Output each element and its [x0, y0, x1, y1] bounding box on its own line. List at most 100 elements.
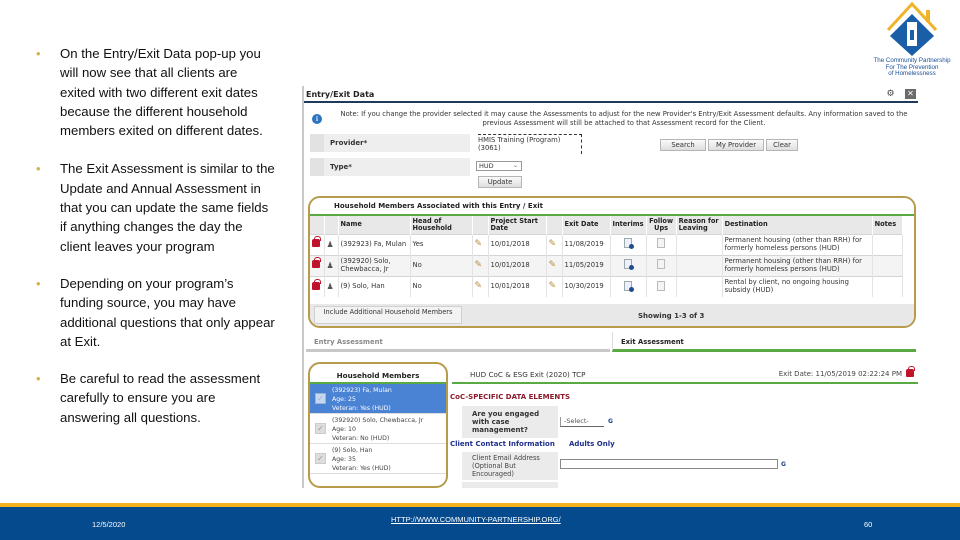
checkbox[interactable]: ✓ [315, 453, 326, 464]
pencil-icon[interactable]: ✎ [475, 240, 483, 249]
update-button[interactable]: Update [478, 176, 522, 188]
lock-icon[interactable] [312, 236, 321, 248]
table-row: ♟ (9) Solo, Han No ✎ 10/01/2018 ✎ 10/30/… [310, 275, 903, 297]
bullet-list: • On the Entry/Exit Data pop-up you will … [36, 44, 276, 445]
interims-cell [610, 254, 647, 276]
client-icon[interactable]: ♟ [327, 261, 334, 270]
contact-section-title: Client Contact Information [450, 440, 555, 448]
g-indicator: G [781, 461, 786, 468]
start-date-cell: 10/01/2018 [488, 275, 547, 297]
clear-button[interactable]: Clear [766, 139, 798, 151]
destination-cell: Rental by client, no ongoing housing sub… [722, 275, 873, 297]
logo-door [910, 30, 914, 40]
tab-entry-assessment[interactable]: Entry Assessment [306, 332, 610, 352]
bullet-item: • Be careful to read the assessment caref… [36, 369, 276, 427]
case-management-select[interactable]: -Select- [560, 417, 604, 427]
tools-icon[interactable]: ⚙ [885, 89, 896, 99]
footer-website-link[interactable]: HTTP://WWW.COMMUNITY-PARTNERSHIP.ORG/ [391, 515, 561, 524]
lock-icon[interactable] [312, 278, 321, 290]
bullet-item: • Depending on your program’s funding sou… [36, 274, 276, 351]
bullet-dot-icon: • [36, 161, 41, 177]
pagination-status: Showing 1-3 of 3 [638, 312, 705, 320]
interims-icon[interactable] [624, 280, 635, 292]
table-footer: Include Additional Household Members Sho… [310, 304, 914, 326]
lock-icon[interactable] [312, 257, 321, 269]
popup-toolbar: ⚙ ✕ [885, 89, 916, 99]
column-header-followups: Follow Ups [646, 216, 677, 234]
pencil-icon[interactable]: ✎ [475, 261, 483, 270]
my-provider-button[interactable]: My Provider [708, 139, 764, 151]
followups-cell [646, 275, 677, 297]
client-icon[interactable]: ♟ [327, 282, 334, 291]
note-text: Note: If you change the provider selecte… [340, 110, 908, 127]
followups-icon[interactable] [657, 259, 666, 270]
email-label: Client Email Address (Optional But Encou… [462, 452, 558, 480]
type-select[interactable]: HUD ⌄ [476, 161, 522, 171]
interims-badge [629, 244, 635, 250]
name-cell: (392923) Fa, Mulan [338, 233, 411, 255]
slide-footer: 12/5/2020 HTTP://WWW.COMMUNITY-PARTNERSH… [0, 507, 960, 540]
pencil-icon[interactable]: ✎ [549, 240, 557, 249]
notes-cell [872, 254, 903, 276]
table-row: ♟ (392923) Fa, Mulan Yes ✎ 10/01/2018 ✎ … [310, 233, 903, 255]
client-icon[interactable]: ♟ [327, 240, 334, 249]
bullet-dot-icon: • [36, 371, 41, 387]
email-input[interactable] [560, 459, 778, 469]
member-list-item[interactable]: ✓ (392920) Solo, Chewbacca, Jr Age: 10 V… [310, 414, 446, 444]
client-cell: ♟ [324, 233, 339, 255]
adults-only-label: Adults Only [569, 440, 615, 448]
edit-cell: ✎ [472, 233, 489, 255]
pencil-icon[interactable]: ✎ [475, 282, 483, 291]
household-table: Name Head of Household Project Start Dat… [310, 216, 903, 297]
type-label: Type* [310, 158, 470, 176]
search-button[interactable]: Search [660, 139, 706, 151]
type-select-value: HUD [479, 162, 494, 170]
household-members-section: Household Members Associated with this E… [308, 196, 916, 328]
assessment-header: HUD CoC & ESG Exit (2020) TCP Exit Date:… [452, 362, 918, 384]
client-cell: ♟ [324, 254, 339, 276]
entry-exit-popup: Entry/Exit Data ⚙ ✕ i Note: If you chang… [302, 86, 920, 488]
member-age: Age: 10 [332, 426, 356, 433]
pencil-icon[interactable]: ✎ [549, 282, 557, 291]
member-list-item[interactable]: ✓ (9) Solo, Han Age: 35 Veteran: Yes (HU… [310, 444, 446, 474]
reason-cell [676, 254, 723, 276]
popup-title: Entry/Exit Data [306, 90, 375, 99]
interims-icon[interactable] [624, 259, 635, 271]
checkbox[interactable]: ✓ [315, 393, 326, 404]
client-column-header [324, 216, 339, 234]
followups-icon[interactable] [657, 238, 666, 249]
chevron-down-icon: ⌄ [512, 162, 518, 169]
followups-icon[interactable] [657, 280, 666, 291]
edit-column-header [472, 216, 489, 234]
member-name: (392920) Solo, Chewbacca, Jr [332, 417, 424, 424]
g-indicator: G [608, 418, 613, 425]
checkbox[interactable]: ✓ [315, 423, 326, 434]
members-panel-title: Household Members [310, 364, 446, 384]
include-household-members-button[interactable]: Include Additional Household Members [314, 306, 462, 324]
edit-cell: ✎ [546, 233, 563, 255]
member-list-item[interactable]: ✓ (392923) Fa, Mulan Age: 25 Veteran: Ye… [310, 384, 446, 414]
reason-cell [676, 275, 723, 297]
notes-cell [872, 275, 903, 297]
tab-exit-assessment[interactable]: Exit Assessment [612, 332, 916, 352]
provider-label: Provider* [310, 134, 470, 152]
table-header-row: Name Head of Household Project Start Dat… [310, 216, 903, 234]
provider-value[interactable]: HMIS Training (Program) (3061) [478, 134, 582, 154]
name-cell: (9) Solo, Han [338, 275, 411, 297]
edit-cell: ✎ [546, 254, 563, 276]
bullet-dot-icon: • [36, 46, 41, 61]
next-question-label [462, 482, 558, 488]
close-icon[interactable]: ✕ [905, 89, 916, 99]
followups-cell [646, 233, 677, 255]
start-date-cell: 10/01/2018 [488, 233, 547, 255]
column-header-head: Head of Household [410, 216, 473, 234]
bullet-item: • The Exit Assessment is similar to the U… [36, 159, 276, 255]
pencil-icon[interactable]: ✎ [549, 261, 557, 270]
interims-icon[interactable] [624, 238, 635, 250]
page-number: 60 [864, 520, 873, 529]
exit-date-cell: 11/05/2019 [562, 254, 611, 276]
followups-cell [646, 254, 677, 276]
lock-icon[interactable] [906, 366, 915, 377]
reason-cell [676, 233, 723, 255]
footer-date: 12/5/2020 [92, 520, 126, 529]
